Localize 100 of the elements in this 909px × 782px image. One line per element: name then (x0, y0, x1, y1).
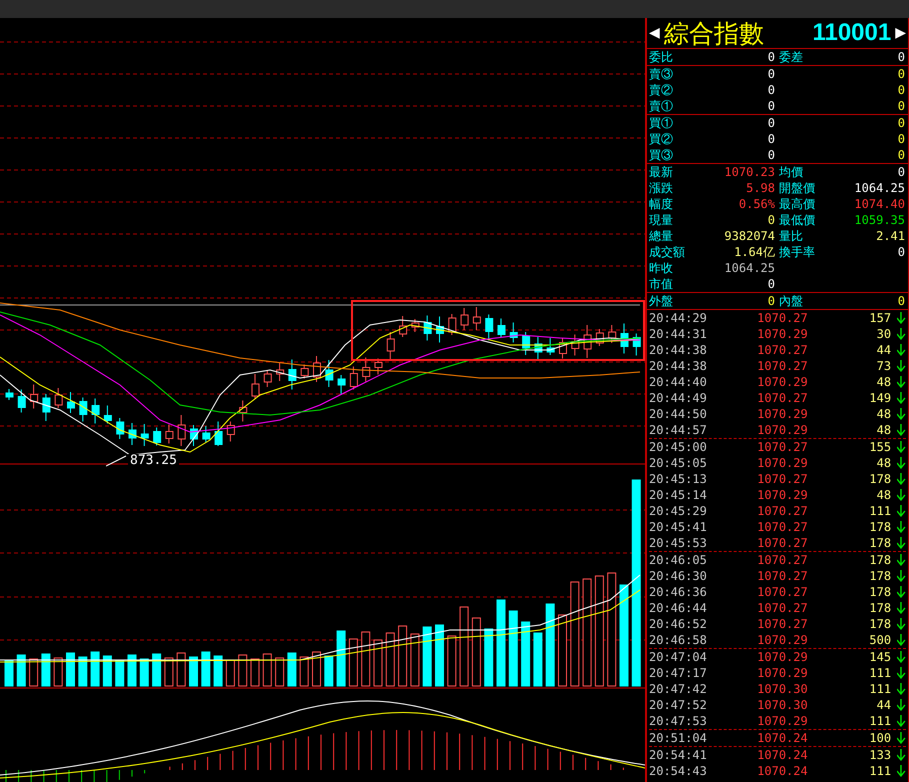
trade-time: 20:44:29 (649, 310, 708, 326)
trade-price: 1070.27 (756, 584, 808, 600)
trade-price: 1070.27 (756, 616, 808, 632)
field-value: 1.64亿 (733, 244, 775, 260)
field-label: 最新 (649, 164, 674, 180)
trade-time: 20:45:05 (649, 455, 708, 471)
down-arrow-icon (897, 392, 906, 404)
trade-volume: 111 (868, 681, 892, 697)
trade-volume: 178 (868, 535, 892, 551)
order-value: 0 (896, 131, 905, 147)
trade-price: 1070.29 (756, 326, 808, 342)
trade-time: 20:45:53 (649, 535, 708, 551)
next-button[interactable]: ▶ (895, 25, 906, 41)
trade-volume: 133 (868, 747, 892, 763)
trade-price: 1070.27 (756, 439, 808, 455)
trade-volume: 48 (876, 455, 892, 471)
volume-bar (16, 654, 26, 686)
candlestick (313, 356, 321, 382)
volume-bar (398, 626, 408, 686)
volume-bar (29, 658, 38, 686)
order-level-label: 買① (649, 115, 674, 131)
down-arrow-icon (897, 683, 906, 695)
trade-price: 1070.27 (756, 503, 808, 519)
previous-button[interactable]: ◀ (649, 25, 660, 41)
trade-volume: 111 (868, 763, 892, 779)
trade-volume: 48 (876, 374, 892, 390)
trade-time: 20:47:04 (649, 649, 708, 665)
field-value: 1064.25 (853, 180, 905, 196)
trade-time: 20:54:43 (649, 763, 708, 779)
order-volume: 0 (766, 147, 775, 163)
down-arrow-icon (897, 570, 906, 582)
volume-bar (386, 632, 395, 686)
volume-bar (176, 652, 186, 686)
order-level-label: 賣① (649, 98, 674, 114)
candlestick (128, 422, 136, 446)
candlestick (79, 397, 88, 422)
candlestick (620, 323, 628, 354)
volume-bar (472, 618, 481, 686)
candlestick (276, 362, 284, 382)
trade-price: 1070.24 (756, 747, 808, 763)
down-arrow-icon (897, 441, 906, 453)
field-value: 2.41 (875, 228, 905, 244)
down-arrow-icon (897, 521, 906, 533)
candlestick (67, 392, 75, 414)
volume-bar (214, 656, 223, 686)
trade-volume: 48 (876, 487, 892, 503)
candlestick (424, 315, 432, 341)
trade-volume: 500 (868, 632, 892, 648)
candlestick (226, 421, 235, 442)
trade-volume: 44 (876, 342, 892, 358)
candlestick (374, 358, 382, 375)
field-value: 0 (766, 49, 775, 65)
trade-time: 20:54:41 (649, 747, 708, 763)
field-value: 0 (896, 164, 905, 180)
trade-volume: 44 (876, 697, 892, 713)
order-level-label: 賣③ (649, 66, 674, 82)
down-arrow-icon (897, 586, 906, 598)
trade-volume: 178 (868, 471, 892, 487)
down-arrow-icon (897, 749, 906, 761)
candlestick (448, 314, 456, 336)
field-label: 內盤 (778, 293, 804, 309)
down-arrow-icon (897, 699, 906, 711)
volume-bar (102, 656, 112, 686)
trade-volume: 157 (868, 310, 892, 326)
volume-bar (90, 652, 100, 686)
candlestick (546, 338, 555, 356)
trade-volume: 111 (868, 503, 892, 519)
trade-time: 20:44:40 (649, 374, 708, 390)
candlestick (54, 388, 63, 408)
volume-bar (140, 658, 149, 686)
trade-price: 1070.29 (756, 632, 808, 648)
order-value: 0 (896, 82, 905, 98)
volume-bar (78, 656, 88, 686)
candlestick (42, 394, 50, 422)
field-value: 0.56% (738, 196, 775, 212)
trade-volume: 48 (876, 406, 892, 422)
candlestick (252, 374, 260, 400)
candlestick (239, 400, 248, 422)
order-volume: 0 (766, 98, 775, 114)
candlestick (18, 389, 26, 413)
trade-time: 20:44:38 (649, 342, 708, 358)
volume-bar (312, 652, 321, 686)
trade-price: 1070.29 (756, 406, 808, 422)
trade-time: 20:44:38 (649, 358, 708, 374)
trade-volume: 178 (868, 519, 892, 535)
volume-bar (374, 640, 382, 686)
trade-price: 1070.27 (756, 568, 808, 584)
candlestick (584, 324, 592, 358)
field-value: 1070.23 (723, 164, 775, 180)
field-value: 0 (766, 212, 775, 228)
candlestick (140, 424, 149, 446)
down-arrow-icon (897, 457, 906, 469)
trade-price: 1070.27 (756, 390, 808, 406)
volume-bar (521, 622, 530, 686)
volume-bar (324, 656, 334, 686)
down-arrow-icon (897, 473, 906, 485)
volume-bar (410, 634, 420, 686)
field-label: 成交額 (649, 244, 686, 260)
field-label: 最低價 (778, 212, 816, 228)
candlestick (300, 364, 309, 379)
